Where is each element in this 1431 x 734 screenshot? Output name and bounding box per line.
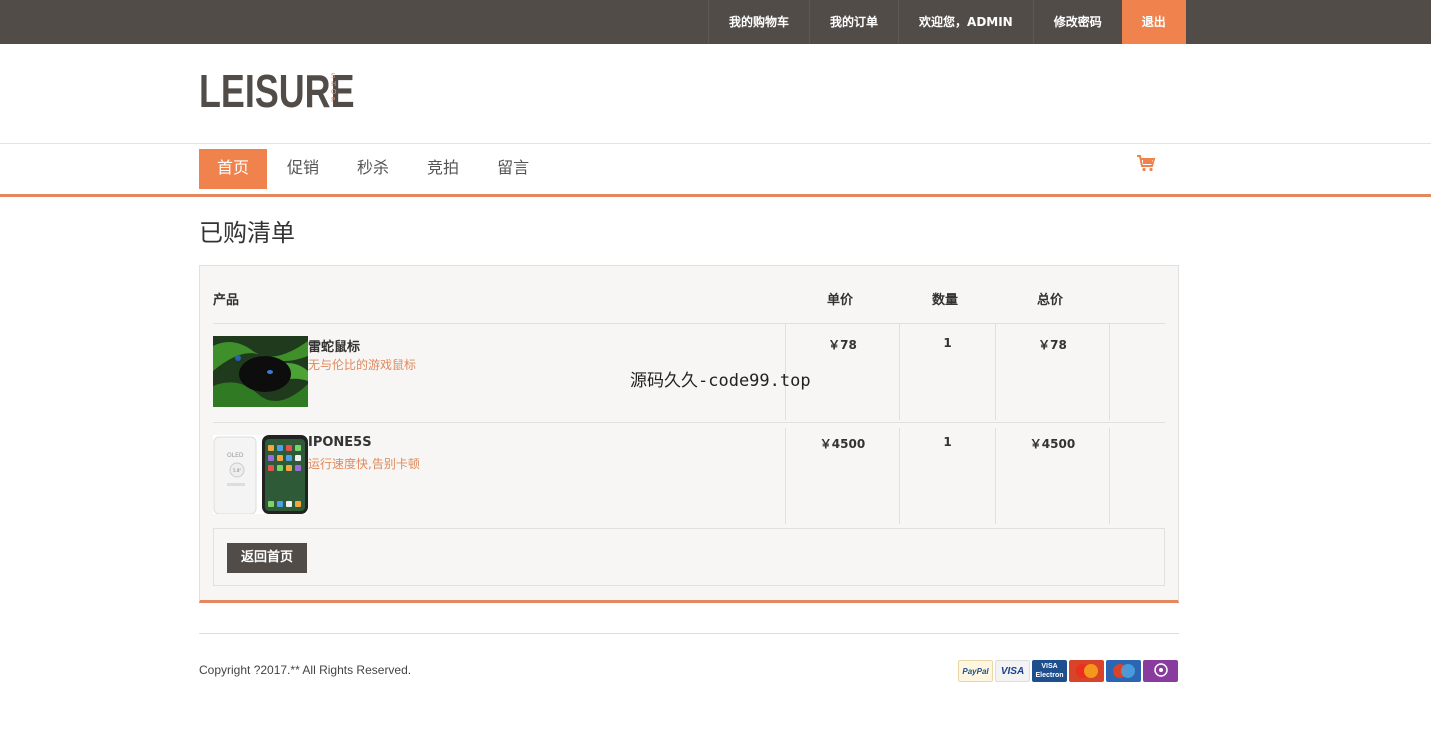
nav-auction[interactable]: 竞拍 — [409, 149, 477, 189]
product-image-mouse[interactable] — [213, 336, 308, 407]
total-price: ￥78 — [995, 324, 1109, 420]
my-cart-link[interactable]: 我的购物车 — [708, 0, 809, 44]
top-bar: 我的购物车 我的订单 欢迎您，ADMIN 修改密码 退出 — [0, 0, 1431, 44]
purchased-list-panel: 产品 单价 数量 总价 雷蛇鼠标 无与伦比的游戏鼠标 ￥78 1 ￥78 OLE… — [199, 265, 1179, 603]
visa-icon: VISA — [995, 660, 1030, 682]
nav-underline — [0, 194, 1431, 197]
product-image-phone[interactable]: OLED 5.8" — [213, 435, 308, 515]
back-home-button[interactable]: 返回首页 — [227, 543, 308, 573]
nav-message[interactable]: 留言 — [479, 149, 547, 189]
product-name[interactable]: 雷蛇鼠标 — [308, 336, 360, 355]
quantity: 1 — [899, 428, 995, 524]
copyright-text: Copyright ?2017.** All Rights Reserved. — [199, 663, 412, 677]
total-price: ￥4500 — [995, 428, 1109, 524]
watermark-text: 源码久久-code99.top — [630, 371, 811, 391]
empty-cell — [1109, 324, 1165, 420]
header-divider — [0, 143, 1431, 144]
nav-promotion[interactable]: 促销 — [269, 149, 337, 189]
nav-home[interactable]: 首页 — [199, 149, 268, 189]
visa-electron-icon: VISA Electron — [1032, 660, 1067, 682]
header-quantity: 数量 — [932, 293, 959, 308]
header-product: 产品 — [213, 293, 240, 308]
solo-icon — [1143, 660, 1178, 682]
paypal-icon: PayPal — [958, 660, 993, 682]
header-total: 总价 — [1037, 293, 1064, 308]
main-nav: 首页 促销 秒杀 竞拍 留言 — [199, 149, 549, 189]
quantity: 1 — [899, 324, 995, 420]
unit-price: ￥4500 — [785, 428, 899, 524]
visa-electron-top: VISA — [1041, 663, 1058, 670]
visa-electron-bottom: Electron — [1035, 672, 1064, 679]
product-name[interactable]: IPONE5S — [308, 435, 372, 450]
site-logo[interactable]: LEISURE SHOP — [199, 66, 398, 116]
mastercard-icon — [1069, 660, 1104, 682]
logo-subtext: SHOP — [331, 72, 337, 104]
footer-divider — [199, 633, 1179, 634]
header-unit-price: 单价 — [827, 293, 854, 308]
svg-text:5.8": 5.8" — [233, 468, 241, 473]
product-description: 运行速度快,告别卡顿 — [308, 457, 420, 471]
product-description: 无与伦比的游戏鼠标 — [308, 358, 417, 372]
svg-text:OLED: OLED — [227, 452, 244, 459]
welcome-user-link[interactable]: 欢迎您，ADMIN — [898, 0, 1033, 44]
shopping-cart-icon[interactable] — [1136, 153, 1156, 173]
page-title: 已购清单 — [199, 219, 295, 247]
my-orders-link[interactable]: 我的订单 — [809, 0, 898, 44]
maestro-icon — [1106, 660, 1141, 682]
empty-cell — [1109, 428, 1165, 524]
change-password-link[interactable]: 修改密码 — [1032, 0, 1122, 44]
logout-button[interactable]: 退出 — [1121, 0, 1186, 44]
nav-flash-sale[interactable]: 秒杀 — [339, 149, 407, 189]
table-header: 产品 单价 数量 总价 — [213, 292, 1165, 324]
table-row: OLED 5.8" IPONE5S 运行速度快,告别卡顿 ￥4500 1 ￥45… — [213, 422, 1165, 528]
top-links: 我的购物车 我的订单 欢迎您，ADMIN 修改密码 退出 — [708, 0, 1186, 44]
table-footer: 返回首页 — [213, 528, 1165, 586]
